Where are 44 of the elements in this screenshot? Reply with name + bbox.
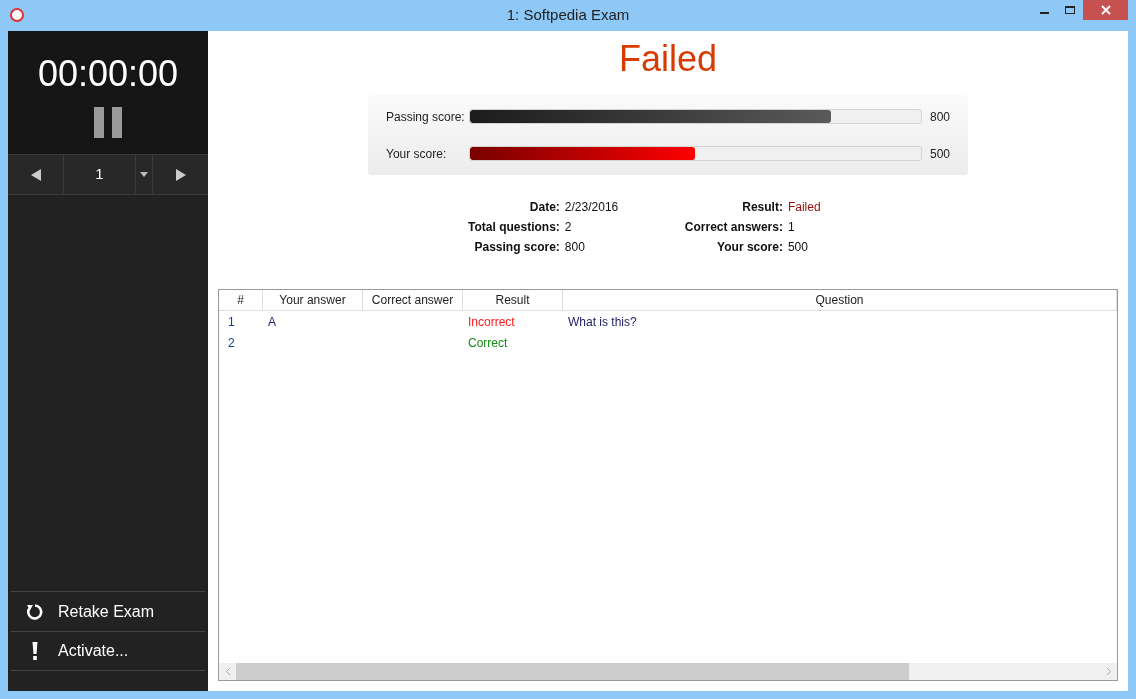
table-cell-text: Incorrect	[467, 313, 516, 331]
score-label: Passing score:	[386, 108, 466, 126]
column-header[interactable]: Question	[563, 290, 1117, 310]
summary-value: 2/23/2016	[564, 199, 620, 216]
pause-icon	[94, 107, 122, 138]
summary-label: Total questions:	[468, 219, 560, 236]
summary-label: Your score:	[716, 239, 783, 256]
app-logo-icon	[10, 8, 24, 22]
pause-button[interactable]	[94, 107, 122, 138]
column-header[interactable]: Result	[463, 290, 563, 310]
timer: 00:00:00	[37, 53, 179, 95]
summary-value: 800	[564, 239, 586, 256]
column-header[interactable]: #	[219, 290, 263, 310]
summary-value: Failed	[787, 199, 822, 216]
table-cell-text: 1	[227, 313, 236, 331]
column-header[interactable]: Correct answer	[363, 290, 463, 310]
summary-label: Correct answers:	[684, 219, 783, 236]
table-cell-text: Correct	[467, 334, 509, 352]
scrollbar-thumb[interactable]	[236, 663, 909, 680]
summary-label: Date:	[528, 199, 560, 216]
score-reading: 500	[929, 145, 950, 163]
right-triangle-icon	[175, 168, 186, 181]
window-title: 1: Softpedia Exam	[506, 5, 630, 26]
sidebar-action[interactable]: Retake Exam	[11, 591, 205, 631]
result-title: Failed	[618, 37, 718, 81]
table-cell-text: What is this?	[567, 313, 638, 331]
summary-label: Passing score:	[473, 239, 560, 256]
exclamation-icon	[31, 642, 38, 660]
summary-value: 1	[787, 219, 796, 236]
summary-value: 500	[787, 239, 809, 256]
close-icon	[1100, 5, 1111, 15]
summary-label: Result:	[741, 199, 783, 216]
close-button[interactable]	[1083, 0, 1128, 20]
summary-value: 2	[564, 219, 573, 236]
column-header[interactable]: Your answer	[263, 290, 363, 310]
question-number: 1	[94, 164, 105, 185]
horizontal-scrollbar[interactable]	[219, 663, 1117, 680]
table-cell-text: 2	[227, 334, 236, 352]
left-triangle-icon	[30, 168, 41, 181]
score-reading: 800	[929, 108, 950, 126]
table-cell-text: A	[267, 313, 277, 331]
refresh-icon	[25, 602, 44, 621]
sidebar-action[interactable]: Activate...	[11, 631, 205, 671]
score-label: Your score:	[386, 145, 448, 163]
